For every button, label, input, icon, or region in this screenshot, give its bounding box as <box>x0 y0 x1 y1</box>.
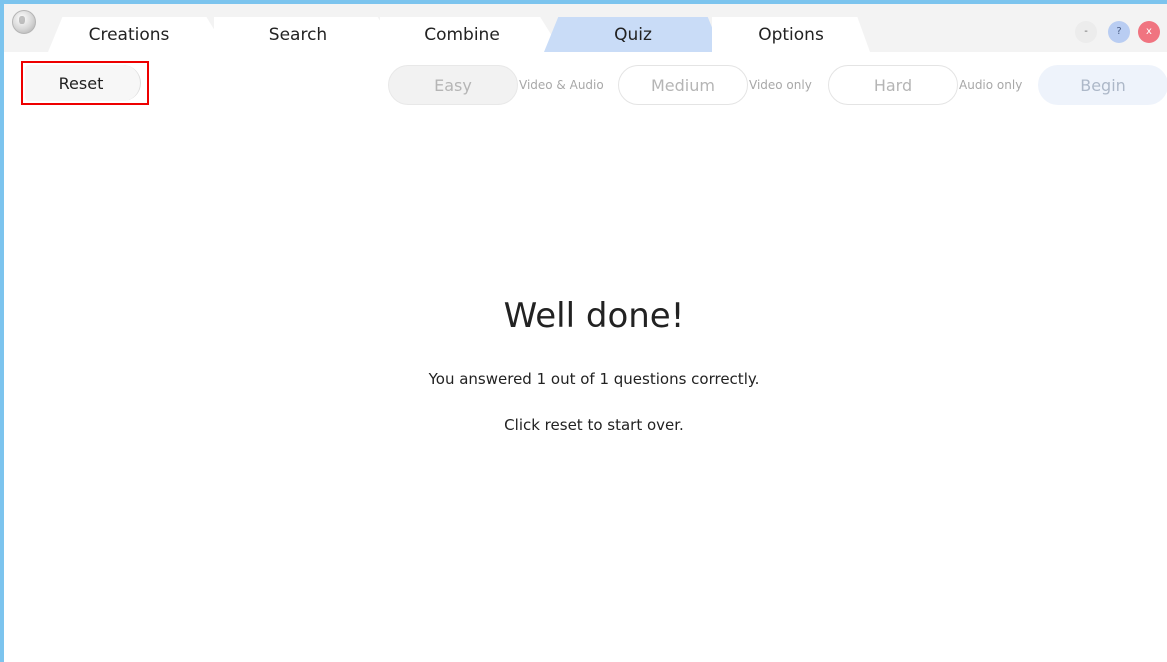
tab-combine[interactable]: Combine <box>380 17 562 52</box>
close-icon: x <box>1146 26 1152 37</box>
begin-button-label: Begin <box>1080 75 1126 95</box>
app-logo-icon <box>12 10 36 34</box>
easy-mode-label: Easy <box>434 75 472 95</box>
tab-combine-label: Combine <box>424 24 500 45</box>
begin-button[interactable]: Begin <box>1038 65 1167 105</box>
reset-button-label: Reset <box>58 73 104 93</box>
help-button[interactable]: ? <box>1108 21 1130 43</box>
tab-quiz[interactable]: Quiz <box>544 17 722 52</box>
tab-bar: Creations Search Combine Quiz Options - … <box>4 4 1167 52</box>
tab-options[interactable]: Options <box>712 17 870 52</box>
reset-hint-text: Click reset to start over. <box>504 416 684 434</box>
help-icon: ? <box>1116 26 1122 37</box>
tab-search-label: Search <box>268 24 328 45</box>
minimize-icon: - <box>1084 26 1088 37</box>
tab-search[interactable]: Search <box>214 17 400 52</box>
hard-mode-label: Hard <box>873 75 913 95</box>
easy-mode-description: Video & Audio <box>519 78 604 92</box>
tab-options-label: Options <box>758 24 824 45</box>
medium-mode-button[interactable]: Medium <box>618 65 748 105</box>
easy-mode-button[interactable]: Easy <box>388 65 518 105</box>
minimize-button[interactable]: - <box>1075 21 1097 43</box>
score-text: You answered 1 out of 1 questions correc… <box>428 370 760 388</box>
tab-quiz-label: Quiz <box>614 24 652 45</box>
hard-mode-button[interactable]: Hard <box>828 65 958 105</box>
medium-mode-label: Medium <box>651 75 715 95</box>
hard-mode-description: Audio only <box>959 78 1023 92</box>
close-button[interactable]: x <box>1138 21 1160 43</box>
reset-button[interactable]: Reset <box>21 61 149 105</box>
tab-creations-label: Creations <box>88 24 170 45</box>
app-window: Creations Search Combine Quiz Options - … <box>0 0 1167 662</box>
medium-mode-description: Video only <box>749 78 812 92</box>
result-headline: Well done! <box>503 296 685 336</box>
tab-creations[interactable]: Creations <box>48 17 228 52</box>
